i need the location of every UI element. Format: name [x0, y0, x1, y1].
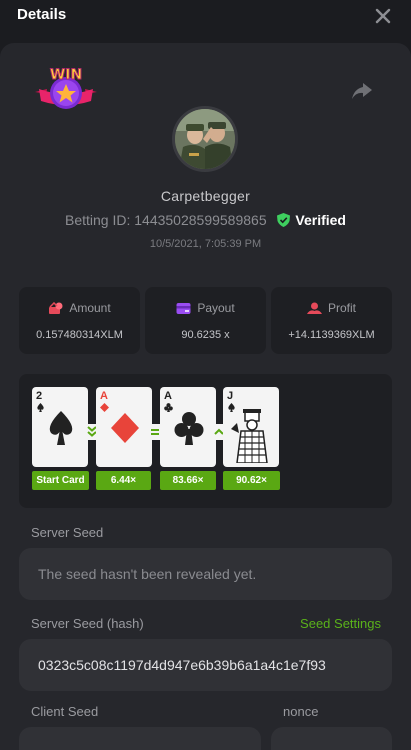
betting-id-row: Betting ID: 14435028599589865 Verified: [0, 212, 411, 230]
payout-stat: Payout 90.6235 x: [145, 287, 266, 354]
server-seed-hash-label: Server Seed (hash): [31, 616, 144, 631]
profit-value: +14.1139369XLM: [288, 329, 375, 341]
card-a-clubs: A: [160, 387, 216, 467]
card-rank: A: [100, 390, 108, 402]
start-card-tag: Start Card: [32, 471, 89, 490]
spade-icon: [37, 403, 44, 412]
top-bar: Details: [0, 0, 411, 34]
svg-text:WIN: WIN: [50, 67, 82, 83]
payout-value: 90.6235 x: [181, 329, 230, 341]
profit-stat: Profit +14.1139369XLM: [271, 287, 392, 354]
payout-label: Payout: [197, 301, 235, 315]
card-j-spades: J: [223, 387, 279, 467]
nonce-label: nonce: [283, 704, 319, 719]
card-rank: J: [227, 390, 234, 402]
payout-icon: [176, 303, 191, 314]
diamond-icon: [100, 403, 109, 412]
avatar: [172, 106, 238, 172]
betting-id-value: 14435028599589865: [134, 212, 267, 228]
multiplier-tag: 6.44×: [96, 471, 151, 490]
card-2-spades: 2: [32, 387, 88, 467]
multiplier-tag: 83.66×: [160, 471, 216, 490]
card-rank: 2: [36, 390, 43, 402]
server-seed-field: The seed hasn't been revealed yet.: [19, 548, 392, 600]
close-icon[interactable]: [375, 5, 391, 25]
amount-stat: Amount 0.157480314XLM: [19, 287, 140, 354]
betting-id-label: Betting ID:: [64, 212, 131, 228]
amount-value: 0.157480314XLM: [36, 329, 123, 341]
amount-label: Amount: [69, 301, 111, 315]
seed-settings-link[interactable]: Seed Settings: [300, 616, 381, 631]
client-seed-label: Client Seed: [31, 704, 99, 719]
amount-icon: [49, 301, 63, 314]
verified-shield-icon: [276, 213, 290, 230]
club-icon: [164, 403, 173, 412]
verified-label: Verified: [295, 212, 346, 228]
profit-label: Profit: [327, 301, 356, 315]
card-a-diamonds: A: [96, 387, 152, 467]
nonce-field[interactable]: [271, 727, 392, 750]
client-seed-field[interactable]: [19, 727, 261, 750]
diamond-icon: [111, 413, 139, 443]
club-icon: [174, 412, 204, 445]
bet-date: 10/5/2021, 7:05:39 PM: [149, 238, 262, 250]
multiplier-tag: 90.62×: [223, 471, 280, 490]
win-badge-icon: WIN: [33, 65, 99, 119]
spade-icon: [49, 411, 73, 445]
dialog-title: Details: [17, 6, 67, 23]
profit-icon: [306, 302, 322, 314]
server-seed-label: Server Seed: [31, 525, 104, 540]
card-rank: A: [164, 390, 172, 402]
username: Carpetbegger: [160, 188, 251, 204]
share-icon[interactable]: [351, 82, 373, 100]
jack-figure-icon: [231, 409, 268, 463]
server-seed-hash-field[interactable]: 0323c5c08c1197d4d947e6b39b6a1a4c1e7f93: [19, 639, 392, 691]
